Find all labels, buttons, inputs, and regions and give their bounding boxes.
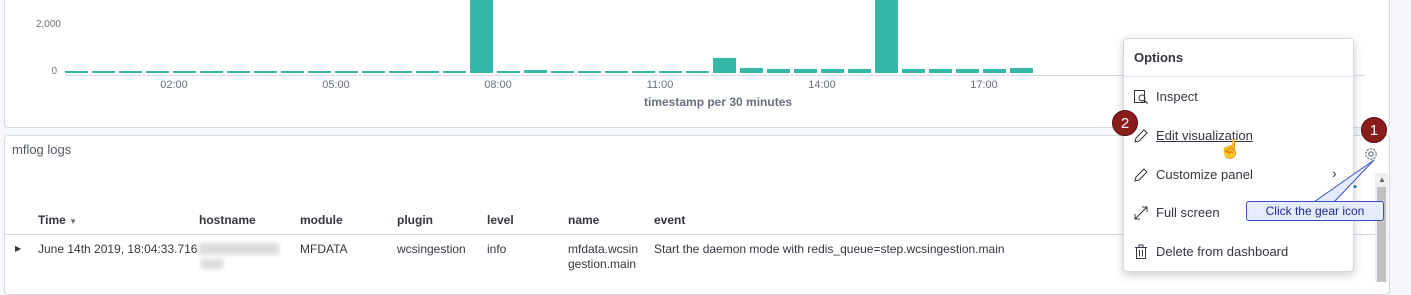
chart-bar[interactable]	[659, 70, 682, 73]
column-header-plugin[interactable]: plugin	[397, 213, 433, 227]
chart-bar[interactable]	[686, 70, 709, 73]
pencil-icon	[1133, 167, 1149, 183]
menu-item-label: Delete from dashboard	[1156, 244, 1289, 259]
menu-item-inspect[interactable]: Inspect	[1124, 79, 1353, 115]
chart-bar[interactable]	[281, 70, 304, 73]
chart-bar[interactable]	[389, 70, 412, 73]
chart-bar[interactable]	[362, 70, 385, 73]
chart-bar[interactable]	[794, 69, 817, 73]
cell-hostname-redacted	[199, 243, 279, 255]
inspect-icon	[1133, 89, 1149, 105]
callout-box: Click the gear icon	[1246, 201, 1384, 221]
column-header-hostname[interactable]: hostname	[199, 213, 256, 227]
chart-bar[interactable]	[713, 57, 736, 73]
step-badge: 2	[1112, 110, 1138, 136]
step-badge: 1	[1361, 117, 1387, 143]
chart-bar[interactable]	[578, 70, 601, 73]
chart-bar[interactable]	[632, 70, 655, 73]
chart-bar[interactable]	[173, 70, 196, 73]
chart-bar[interactable]	[227, 70, 250, 73]
menu-item-delete-from-dashboard[interactable]: Delete from dashboard	[1124, 234, 1353, 270]
chart-bar[interactable]	[875, 0, 898, 73]
x-tick-label: 05:00	[322, 79, 350, 91]
chart-bar[interactable]	[767, 69, 790, 73]
menu-title: Options	[1124, 39, 1353, 77]
chart-bar[interactable]	[470, 0, 493, 73]
hand-cursor-icon: ☝	[1219, 139, 1242, 159]
column-header-level[interactable]: level	[487, 213, 514, 227]
chart-bar[interactable]	[335, 70, 358, 73]
expand-icon	[1133, 205, 1149, 221]
chart-bar[interactable]	[308, 70, 331, 73]
column-header-module[interactable]: module	[300, 213, 343, 227]
chart-bar[interactable]	[443, 70, 466, 73]
menu-item-label: Inspect	[1156, 89, 1198, 104]
chart-bar[interactable]	[551, 70, 574, 73]
cell-time: June 14th 2019, 18:04:33.716	[38, 242, 198, 256]
y-tick-label: 0	[51, 66, 57, 77]
callout-pointer	[1312, 159, 1375, 203]
chart-bar[interactable]	[65, 70, 88, 73]
chart-bar[interactable]	[524, 70, 547, 73]
chart-bar[interactable]	[848, 69, 871, 73]
chart-bar[interactable]	[740, 67, 763, 73]
cell-name: mfdata.wcsin gestion.main	[568, 242, 638, 272]
chart-bar[interactable]	[119, 70, 142, 73]
chart-bar[interactable]	[92, 70, 115, 73]
expand-row-icon[interactable]: ▶	[15, 244, 21, 253]
column-header-time[interactable]: Time ▼	[38, 213, 77, 227]
x-tick-label: 02:00	[160, 79, 188, 91]
column-header-event[interactable]: event	[654, 213, 685, 227]
cell-name-line: gestion.main	[568, 257, 637, 271]
cell-hostname-redacted	[201, 259, 223, 269]
chart-bar[interactable]	[416, 70, 439, 73]
menu-item-label: Full screen	[1156, 205, 1220, 220]
chart-bar[interactable]	[983, 69, 1006, 73]
trash-icon	[1133, 244, 1149, 260]
chart-bar[interactable]	[605, 70, 628, 73]
cell-plugin: wcsingestion	[397, 242, 466, 256]
chart-bar[interactable]	[821, 69, 844, 73]
x-axis-title: timestamp per 30 minutes	[644, 95, 793, 109]
chart-bar[interactable]	[929, 69, 952, 73]
chart-bar[interactable]	[1010, 68, 1033, 73]
x-tick-label: 17:00	[970, 79, 998, 91]
chart-bar[interactable]	[146, 70, 169, 73]
chart-bar[interactable]	[200, 70, 223, 73]
x-tick-label: 11:00	[646, 79, 674, 91]
chart-bar[interactable]	[902, 69, 925, 73]
y-tick-label: 2,000	[35, 19, 61, 30]
chart-bar[interactable]	[956, 69, 979, 73]
chart-bar[interactable]	[497, 70, 520, 73]
cell-module: MFDATA	[300, 242, 348, 256]
cell-level: info	[487, 242, 507, 256]
menu-item-label: Customize panel	[1156, 167, 1253, 182]
column-header-label: Time	[38, 213, 66, 227]
x-tick-label: 14:00	[808, 79, 836, 91]
column-header-name[interactable]: name	[568, 213, 599, 227]
cell-event: Start the daemon mode with redis_queue=s…	[654, 242, 1005, 256]
cell-name-line: mfdata.wcsin	[568, 242, 639, 256]
x-tick-label: 08:00	[484, 79, 512, 91]
panel-title: mflog logs	[12, 142, 72, 157]
chart-bar[interactable]	[254, 70, 277, 73]
sort-caret-icon: ▼	[69, 217, 78, 226]
